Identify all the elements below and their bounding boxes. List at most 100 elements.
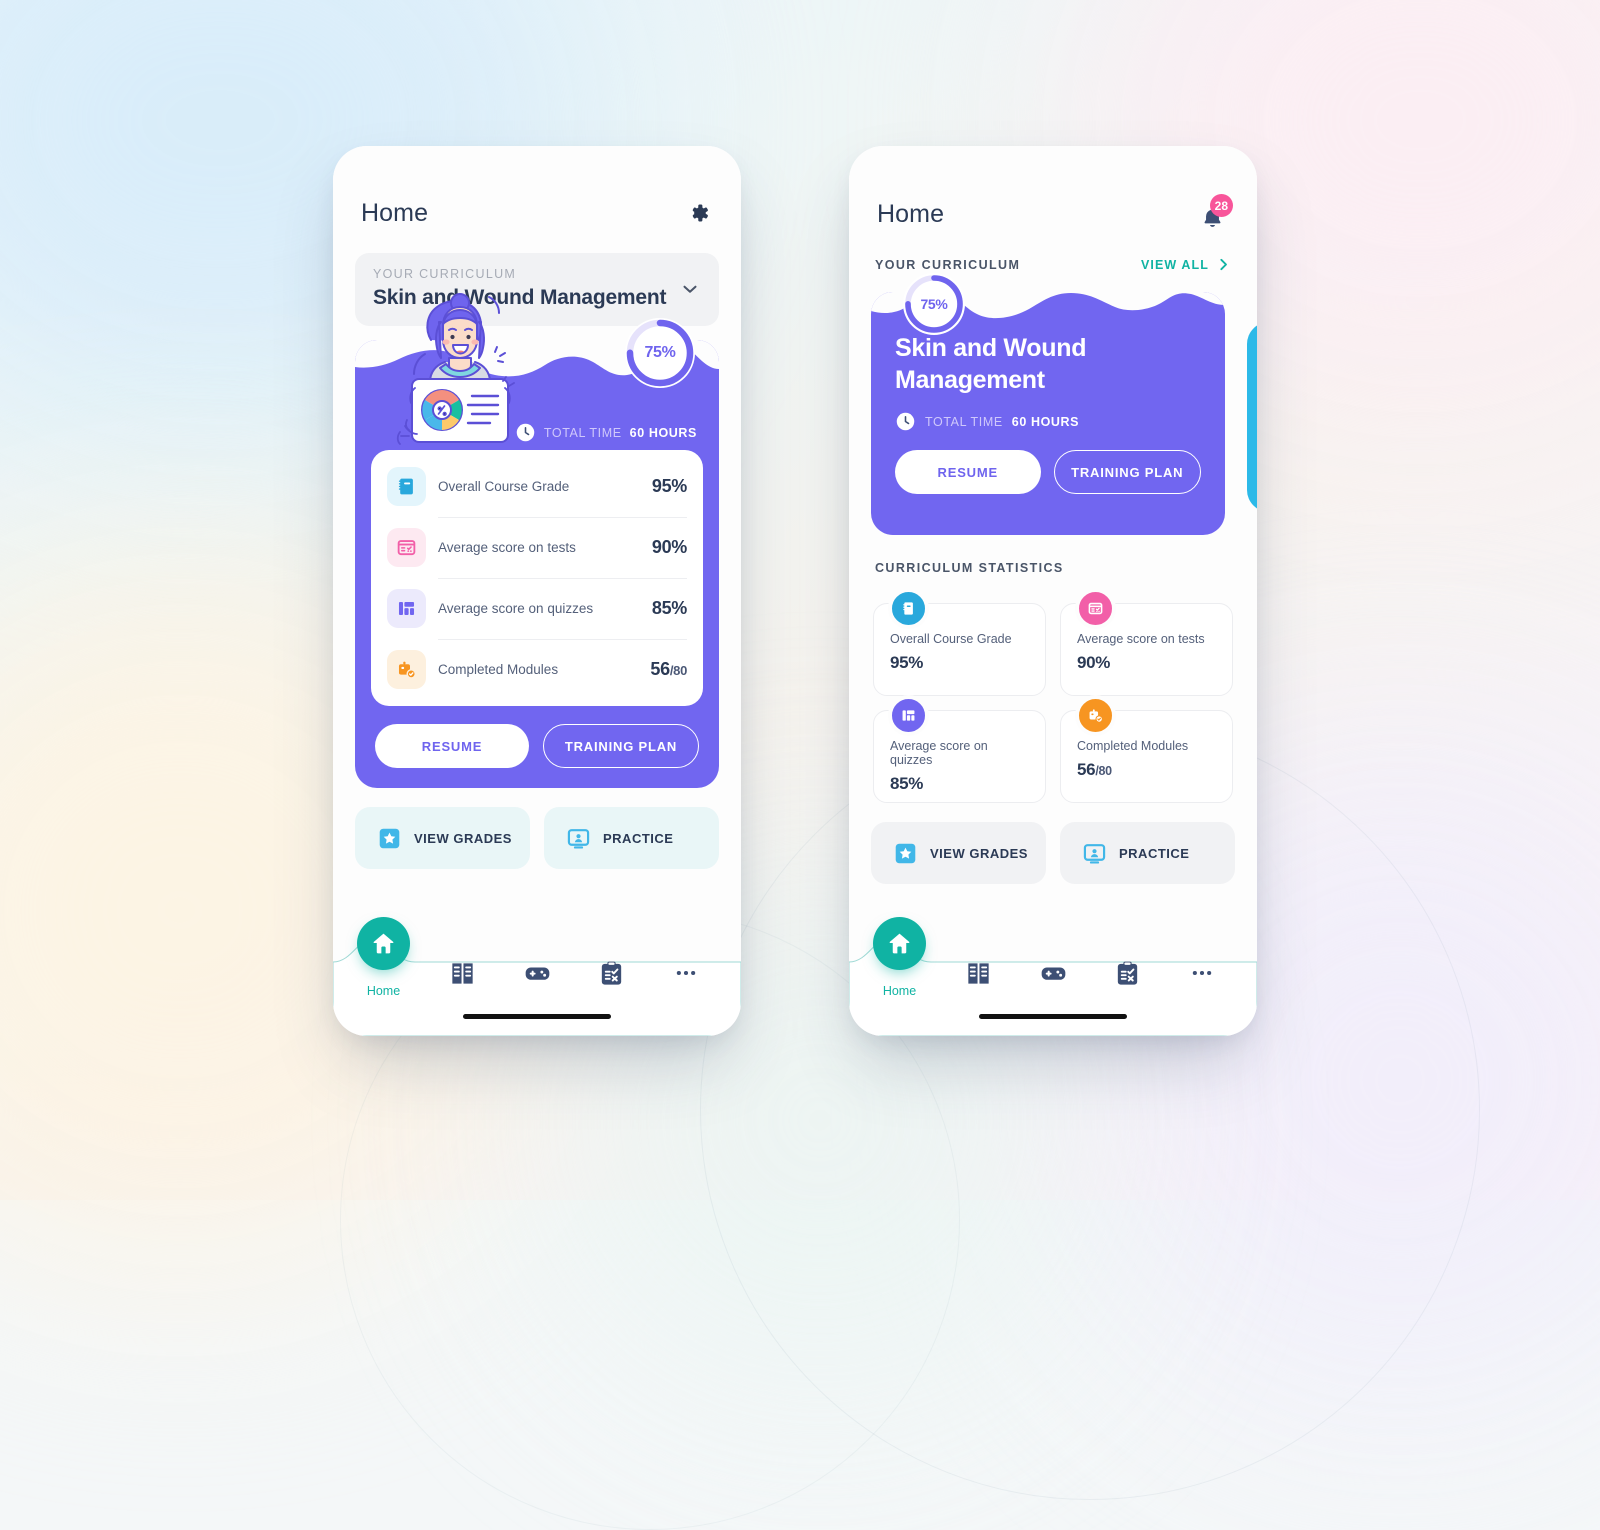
stat-label: Completed Modules (1077, 739, 1189, 753)
stat-label: Completed Modules (438, 662, 559, 677)
page-title: Home (877, 199, 945, 228)
test-icon (1075, 588, 1116, 629)
header-right: Home 28 (849, 146, 1257, 230)
stat-value: 95% (890, 653, 924, 672)
total-time-label: TOTAL TIME (543, 425, 622, 440)
notification-badge: 28 (1209, 194, 1233, 217)
clock-icon (896, 412, 915, 431)
stat-value: 85% (890, 774, 924, 793)
total-time-card: TOTAL TIME 60 HOURS (895, 411, 1201, 432)
quick-actions-left: VIEW GRADES PRACTICE (355, 807, 719, 869)
progress-ring-hero: 75% (621, 314, 699, 392)
screen-right: Home 28 YOUR CURRICULUM VIEW ALL 75% Ski… (849, 146, 1257, 1036)
page-backdrop (0, 0, 1600, 1530)
home-indicator (979, 1014, 1127, 1019)
resume-button[interactable]: RESUME (375, 724, 529, 768)
practice-label: PRACTICE (1119, 845, 1190, 861)
nav-item-home[interactable] (357, 917, 410, 970)
stat-card[interactable]: Completed Modules 56/80 (1060, 695, 1233, 803)
nav-item-library[interactable] (941, 959, 1015, 988)
nav-item-more[interactable] (1165, 960, 1239, 986)
monitor-user-icon (1083, 843, 1106, 864)
hero-actions: RESUME TRAINING PLAN (371, 706, 703, 772)
practice-label: PRACTICE (603, 830, 674, 846)
total-time-label: TOTAL TIME (925, 414, 1003, 429)
test-icon (387, 528, 426, 567)
curriculum-card-next[interactable] (1247, 322, 1257, 512)
chevron-down-icon (683, 285, 697, 293)
progress-ring-card: 75% (900, 270, 968, 338)
practice-button[interactable]: PRACTICE (544, 807, 719, 869)
stat-value: 85% (651, 598, 687, 618)
bottom-navigation-left: Home (333, 917, 741, 1036)
book-icon (387, 467, 426, 506)
total-time-value: 60 HOURS (629, 425, 697, 440)
practice-button[interactable]: PRACTICE (1060, 822, 1235, 884)
stats-list: Overall Course Grade 95% Average score o… (371, 450, 703, 706)
stat-row[interactable]: Overall Course Grade 95% (387, 456, 687, 517)
stat-label: Average score on tests (438, 540, 576, 555)
screen-left: Home YOUR CURRICULUM Skin and Wound Mana… (333, 146, 741, 1036)
stat-card[interactable]: Average score on tests 90% (1060, 588, 1233, 696)
monitor-user-icon (567, 828, 590, 849)
statistics-title: CURRICULUM STATISTICS (875, 561, 1064, 575)
gamepad-icon (1041, 966, 1065, 980)
stat-card[interactable]: Overall Course Grade 95% (873, 588, 1046, 696)
nav-item-more[interactable] (649, 960, 723, 986)
stat-row[interactable]: Average score on tests 90% (387, 517, 687, 578)
book-icon (888, 588, 929, 629)
training-plan-button[interactable]: TRAINING PLAN (1053, 450, 1201, 494)
nav-item-tasks[interactable] (574, 959, 648, 988)
hero-section: 75% TOTAL TIME 60 HOURS Overall Course G… (355, 293, 719, 788)
books-icon (968, 962, 989, 984)
quick-actions-right: VIEW GRADES PRACTICE (871, 822, 1235, 884)
resume-button[interactable]: RESUME (895, 450, 1041, 494)
nav-item-tasks[interactable] (1090, 959, 1164, 988)
training-plan-button[interactable]: TRAINING PLAN (543, 724, 699, 768)
books-icon (452, 962, 473, 984)
stat-value: 56/80 (1077, 760, 1112, 779)
statistics-section-header: CURRICULUM STATISTICS (849, 561, 1257, 575)
progress-ring-hero-value: 75% (644, 344, 676, 361)
star-badge-icon (895, 843, 916, 863)
total-time-value: 60 HOURS (1011, 414, 1080, 429)
stat-label: Average score on quizzes (438, 601, 594, 616)
settings-button[interactable] (683, 198, 713, 228)
quiz-icon (888, 695, 929, 736)
home-indicator (463, 1014, 611, 1019)
phone-mockup-left: Home YOUR CURRICULUM Skin and Wound Mana… (333, 146, 741, 1036)
stat-row[interactable]: Completed Modules 56/80 (387, 639, 687, 700)
stat-label: Average score on tests (1077, 632, 1205, 646)
progress-ring-card-value: 75% (920, 296, 948, 312)
gamepad-icon (525, 966, 549, 980)
stat-label: Average score on quizzes (890, 739, 988, 767)
more-dots-icon (676, 970, 696, 976)
modules-icon (1075, 695, 1116, 736)
gear-icon (692, 204, 708, 222)
view-grades-button[interactable]: VIEW GRADES (871, 822, 1046, 884)
student-holding-report-illustration (396, 293, 515, 445)
stat-card[interactable]: Average score on quizzes 85% (873, 695, 1046, 803)
star-badge-icon (379, 828, 400, 848)
home-icon (373, 933, 394, 954)
home-icon (889, 933, 910, 954)
nav-item-library[interactable] (425, 959, 499, 988)
curriculum-selector-label: YOUR CURRICULUM (373, 267, 517, 281)
view-grades-button[interactable]: VIEW GRADES (355, 807, 530, 869)
header-left: Home (333, 146, 741, 228)
view-all-button[interactable]: VIEW ALL (1141, 257, 1231, 272)
clipboard-check-icon (601, 961, 622, 985)
stat-row[interactable]: Average score on quizzes 85% (387, 578, 687, 639)
view-grades-label: VIEW GRADES (930, 845, 1028, 861)
view-all-label: VIEW ALL (1140, 257, 1209, 272)
curriculum-card-actions: RESUME TRAINING PLAN (895, 450, 1201, 494)
bottom-navigation-right: Home (849, 917, 1257, 1036)
stat-label: Overall Course Grade (890, 632, 1012, 646)
nav-item-home[interactable] (873, 917, 926, 970)
chevron-right-icon (1220, 258, 1227, 271)
curriculum-carousel: 75% Skin and Wound Management TOTAL TIME… (849, 273, 1257, 539)
nav-item-games[interactable] (1016, 959, 1090, 988)
nav-item-games[interactable] (500, 959, 574, 988)
notifications-button[interactable]: 28 (1195, 194, 1233, 230)
stat-label: Overall Course Grade (438, 479, 570, 494)
